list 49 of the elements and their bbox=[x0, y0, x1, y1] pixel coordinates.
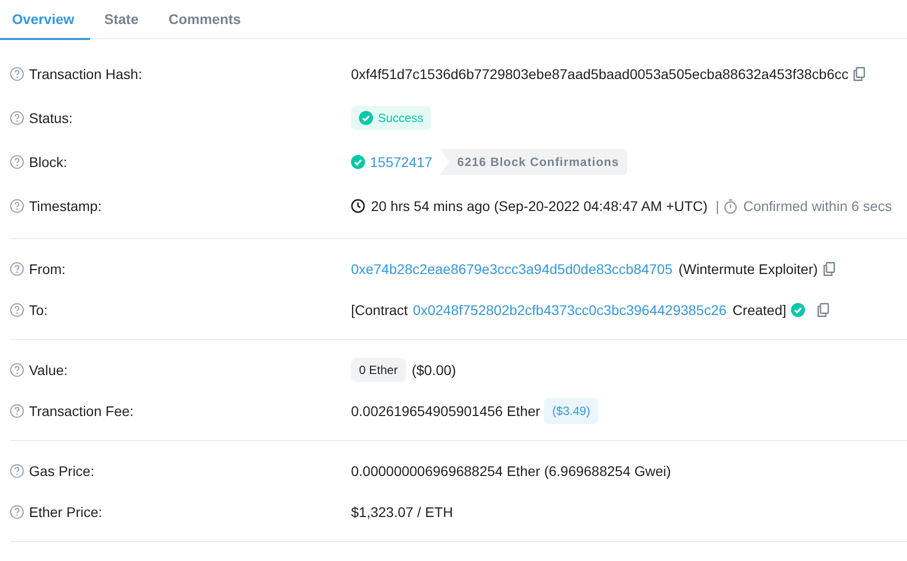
help-icon bbox=[10, 362, 24, 376]
help-icon bbox=[10, 464, 24, 478]
help-icon bbox=[10, 111, 24, 125]
help-icon bbox=[10, 67, 24, 81]
field-value: Confirmed within 6 secs bbox=[743, 198, 892, 214]
field-value: Created] bbox=[732, 302, 786, 318]
field-label: Transaction Fee: bbox=[29, 402, 134, 418]
address-link[interactable]: 15572417 bbox=[370, 154, 432, 170]
status-badge: Success bbox=[351, 106, 432, 130]
field-label: Timestamp: bbox=[29, 198, 102, 214]
help-icon bbox=[10, 302, 24, 316]
address-link[interactable]: 0x0248f752802b2cfb4373cc0c3bc3964429385c26 bbox=[412, 302, 727, 318]
help-icon bbox=[10, 262, 24, 276]
confirmations-badge: 6216 Block Confirmations bbox=[439, 149, 628, 175]
field-value: 0.000000006969688254 Ether (6.969688254 Gwei) bbox=[351, 462, 671, 478]
field-value: (Wintermute Exploiter) bbox=[678, 260, 818, 276]
field-value: 0.002619654905901456 Ether bbox=[351, 402, 540, 418]
field-label: Status: bbox=[29, 110, 73, 126]
tab[interactable]: Overview bbox=[0, 0, 90, 40]
field-label: To: bbox=[29, 302, 48, 318]
field-value: ($0.00) bbox=[412, 362, 456, 378]
check-circle-icon bbox=[791, 302, 806, 316]
field-label: Gas Price: bbox=[29, 462, 94, 478]
field-value: 0xf4f51d7c1536d6b7729803ebe87aad5baad0053a505ecba88632a453f38cb6cc bbox=[351, 66, 848, 82]
check-circle-icon bbox=[359, 111, 373, 125]
field-value: 20 hrs 54 mins ago (Sep-20-2022 04:48:47 AM +UTC) bbox=[371, 198, 708, 214]
tab[interactable]: Comments bbox=[156, 0, 257, 40]
copy-icon[interactable] bbox=[822, 262, 835, 276]
field-label: Transaction Hash: bbox=[29, 66, 142, 82]
copy-icon[interactable] bbox=[817, 302, 830, 316]
usd-value-badge: ($3.49) bbox=[544, 398, 598, 424]
help-icon bbox=[10, 404, 24, 418]
value-badge: 0 Ether bbox=[351, 358, 406, 382]
stopwatch-icon bbox=[724, 198, 738, 214]
field-value: [Contract bbox=[351, 302, 408, 318]
tab[interactable]: State bbox=[92, 0, 154, 40]
field-label: Ether Price: bbox=[29, 504, 102, 520]
field-label: Block: bbox=[29, 154, 68, 170]
clock-icon bbox=[351, 199, 365, 213]
check-circle-icon bbox=[351, 155, 365, 169]
field-label: From: bbox=[29, 260, 66, 276]
help-icon bbox=[10, 155, 24, 169]
help-icon bbox=[10, 504, 24, 518]
address-link[interactable]: 0xe74b28c2eae8679e3ccc3a94d5d0de83ccb84705 bbox=[351, 260, 673, 276]
copy-icon[interactable] bbox=[853, 67, 866, 81]
field-value: $1,323.07 / ETH bbox=[351, 504, 453, 520]
help-icon bbox=[10, 199, 24, 213]
field-label: Value: bbox=[29, 362, 68, 378]
field-value: | bbox=[716, 198, 720, 214]
